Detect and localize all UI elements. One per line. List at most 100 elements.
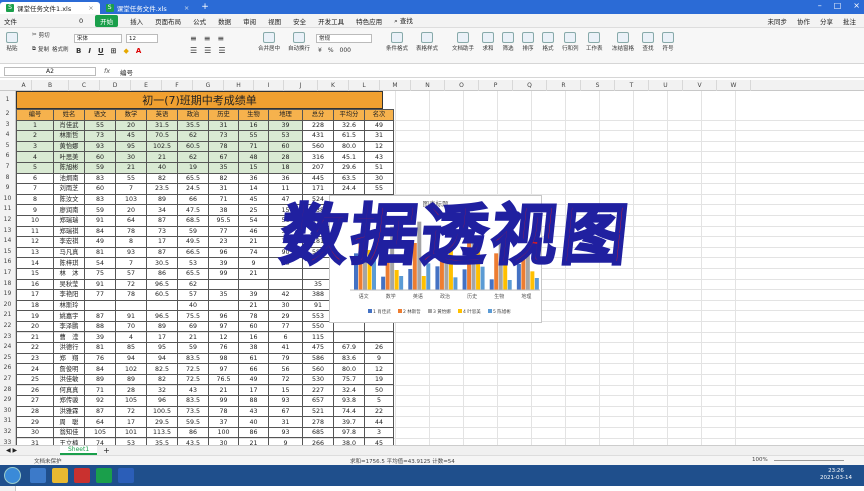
table-cell[interactable]: 叶思美: [54, 152, 85, 163]
table-cell[interactable]: 102: [116, 364, 147, 375]
table-cell[interactable]: 45: [116, 131, 147, 142]
table-cell[interactable]: 45: [365, 438, 394, 445]
align-left-icon[interactable]: ☰: [190, 46, 197, 55]
word-icon[interactable]: [118, 468, 134, 483]
column-header-k[interactable]: K: [318, 80, 349, 91]
column-header-g[interactable]: G: [193, 80, 224, 91]
share-button[interactable]: 分享: [820, 16, 833, 26]
table-cell[interactable]: 95.5: [209, 215, 239, 226]
column-header-r[interactable]: R: [547, 80, 581, 91]
table-cell[interactable]: 周 聪: [54, 417, 85, 428]
table-cell[interactable]: 74.4: [334, 406, 365, 417]
table-cell[interactable]: 李艳阳: [54, 290, 85, 301]
table-cell[interactable]: 66: [239, 364, 269, 375]
table-cell[interactable]: 12: [365, 141, 394, 152]
column-header-cell[interactable]: 总分: [303, 110, 334, 121]
table-cell[interactable]: 21: [178, 332, 209, 343]
table-cell[interactable]: 87: [147, 247, 178, 258]
table-cell[interactable]: 60: [239, 321, 269, 332]
table-cell[interactable]: 55: [116, 173, 147, 184]
table-cell[interactable]: 姚嘉宇: [54, 311, 85, 322]
table-cell[interactable]: 113.5: [147, 427, 178, 438]
tab-page-layout[interactable]: 页面布局: [155, 16, 181, 26]
table-cell[interactable]: 6: [17, 173, 54, 184]
table-cell[interactable]: 14: [239, 184, 269, 195]
table-cell[interactable]: 31: [269, 417, 303, 428]
tab-formulas[interactable]: 公式: [193, 16, 206, 26]
row-header[interactable]: 1: [0, 91, 16, 109]
cut-button[interactable]: ✂剪切: [32, 31, 50, 39]
table-cell[interactable]: [209, 279, 239, 290]
table-cell[interactable]: 15: [17, 268, 54, 279]
worksheet-button[interactable]: 工作表: [586, 32, 603, 52]
table-cell[interactable]: 89: [147, 194, 178, 205]
table-cell[interactable]: 24: [17, 364, 54, 375]
freeze-panes-button[interactable]: 冻结窗格: [612, 32, 634, 52]
table-cell[interactable]: 67: [269, 406, 303, 417]
table-cell[interactable]: 30: [116, 152, 147, 163]
table-cell[interactable]: 46: [239, 226, 269, 237]
table-cell[interactable]: 5: [365, 396, 394, 407]
table-cell[interactable]: 15: [239, 162, 269, 173]
table-cell[interactable]: 3: [365, 427, 394, 438]
table-cell[interactable]: 45: [239, 194, 269, 205]
table-cell[interactable]: 19: [365, 374, 394, 385]
zoom-level[interactable]: 100%: [752, 457, 768, 463]
file-menu[interactable]: 文件: [4, 16, 17, 26]
table-cell[interactable]: 17: [147, 237, 178, 248]
tab-features[interactable]: 特色应用: [356, 16, 382, 26]
row-header[interactable]: 15: [0, 247, 16, 258]
table-cell[interactable]: 72.5: [178, 364, 209, 375]
table-cell[interactable]: 96: [209, 311, 239, 322]
table-cell[interactable]: 96: [147, 396, 178, 407]
browser-icon[interactable]: [30, 468, 46, 483]
table-cell[interactable]: 94: [147, 353, 178, 364]
table-cell[interactable]: 8: [17, 194, 54, 205]
table-cell[interactable]: 73.5: [178, 406, 209, 417]
row-header[interactable]: 31: [0, 416, 16, 427]
table-cell[interactable]: 17: [147, 332, 178, 343]
table-cell[interactable]: 76: [209, 343, 239, 354]
table-cell[interactable]: [147, 300, 178, 311]
table-cell[interactable]: 9: [269, 438, 303, 445]
table-cell[interactable]: 278: [303, 417, 334, 428]
table-cell[interactable]: 86: [239, 427, 269, 438]
tab-developer[interactable]: 开发工具: [318, 16, 344, 26]
table-cell[interactable]: 75.7: [334, 374, 365, 385]
table-cell[interactable]: 43.5: [178, 438, 209, 445]
row-header[interactable]: 21: [0, 310, 16, 321]
format-painter-button[interactable]: 格式刷: [52, 45, 69, 53]
table-cell[interactable]: [269, 279, 303, 290]
table-cell[interactable]: 89: [85, 374, 116, 385]
new-tab-icon[interactable]: +: [201, 2, 209, 12]
table-cell[interactable]: 23: [17, 353, 54, 364]
table-cell[interactable]: 32.6: [334, 120, 365, 131]
table-cell[interactable]: 何真真: [54, 385, 85, 396]
column-header-f[interactable]: F: [162, 80, 193, 91]
table-cell[interactable]: 31: [209, 120, 239, 131]
table-cell[interactable]: 72: [116, 406, 147, 417]
table-cell[interactable]: 72.5: [178, 374, 209, 385]
fx-icon[interactable]: fx: [104, 67, 110, 75]
table-cell[interactable]: 28: [116, 385, 147, 396]
table-cell[interactable]: 62: [178, 152, 209, 163]
row-header[interactable]: 3: [0, 120, 16, 131]
row-header[interactable]: 12: [0, 215, 16, 226]
tab-review[interactable]: 审阅: [243, 16, 256, 26]
table-cell[interactable]: 84: [85, 364, 116, 375]
row-header[interactable]: 6: [0, 151, 16, 162]
table-cell[interactable]: 86: [178, 427, 209, 438]
table-cell[interactable]: 陈梓琪: [54, 258, 85, 269]
table-cell[interactable]: 88: [239, 396, 269, 407]
table-cell[interactable]: 20: [17, 321, 54, 332]
table-cell[interactable]: 87: [147, 215, 178, 226]
table-cell[interactable]: 洪雅霖: [54, 406, 85, 417]
table-cell[interactable]: 刘雨芝: [54, 184, 85, 195]
table-cell[interactable]: 78: [116, 290, 147, 301]
table-cell[interactable]: 12: [365, 364, 394, 375]
chart-bar[interactable]: [422, 276, 426, 290]
table-cell[interactable]: 105: [116, 396, 147, 407]
table-cell[interactable]: 21: [116, 162, 147, 173]
formula-input[interactable]: 编号: [120, 67, 133, 77]
row-header[interactable]: 24: [0, 342, 16, 353]
